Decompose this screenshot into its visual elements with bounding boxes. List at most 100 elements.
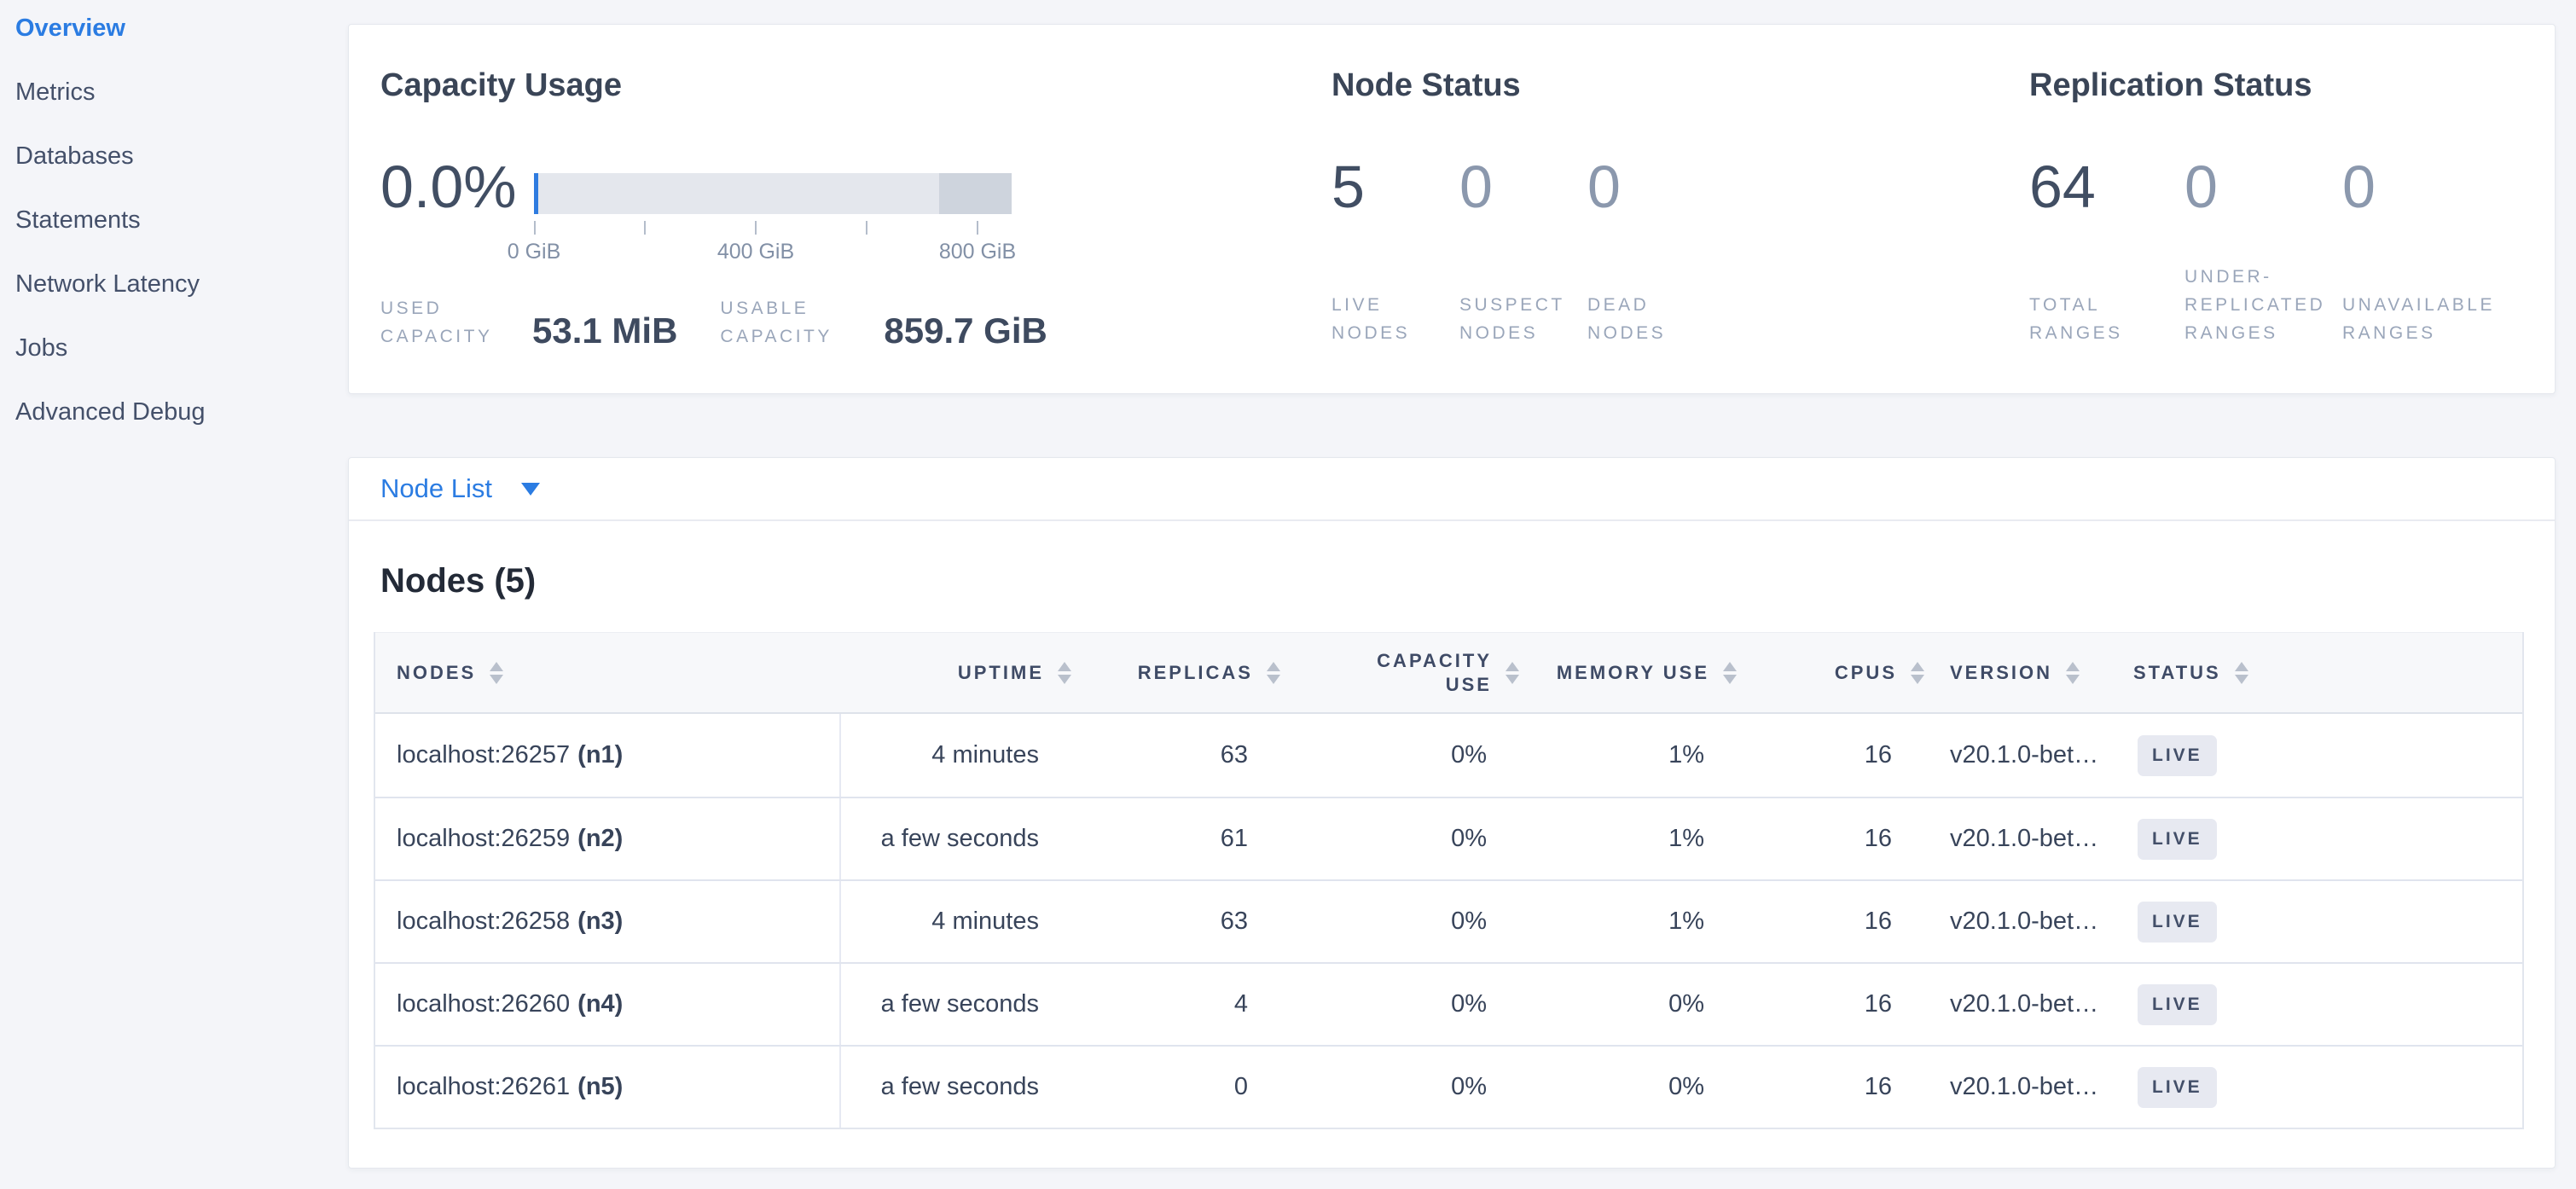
capacity-gauge-used-bar xyxy=(534,173,538,214)
cluster-summary-card: Capacity Usage 0.0% 0 GiB 400 GiB 800 Gi… xyxy=(348,24,2556,394)
used-capacity-value: 53.1 MiB xyxy=(532,311,677,351)
memory-use-cell: 1% xyxy=(1528,881,1745,962)
version-cell: v20.1.0-bet… xyxy=(1933,714,2116,797)
table-row: localhost:26261(n5) a few seconds 0 0% 0… xyxy=(375,1045,2522,1128)
cpus-cell: 16 xyxy=(1745,714,1933,797)
node-status-labels: LIVE NODES SUSPECT NODES DEAD NODES xyxy=(1332,291,1758,347)
stat-unavailable-label: UNAVAILABLE RANGES xyxy=(2342,291,2521,347)
replicas-cell: 63 xyxy=(1080,881,1289,962)
memory-use-cell: 1% xyxy=(1528,714,1745,797)
uptime-cell: a few seconds xyxy=(841,798,1080,879)
capacity-use-cell: 0% xyxy=(1289,798,1528,879)
replication-status-values: 64 0 0 xyxy=(2029,154,2521,219)
stat-under-replicated-value: 0 xyxy=(2184,154,2342,219)
column-header-cpus[interactable]: CPUS xyxy=(1745,633,1933,712)
status-badge: LIVE xyxy=(2138,1067,2217,1108)
used-capacity-label: USED CAPACITY xyxy=(380,294,517,351)
cluster-overview-page: Overview Metrics Databases Statements Ne… xyxy=(0,0,2576,1189)
usable-capacity-label: USABLE CAPACITY xyxy=(720,294,867,351)
status-cell: LIVE xyxy=(2116,1047,2522,1128)
sidebar-item-jobs[interactable]: Jobs xyxy=(15,335,288,361)
capacity-use-cell: 0% xyxy=(1289,1047,1528,1128)
replicas-cell: 61 xyxy=(1080,798,1289,879)
table-row: localhost:26258(n3) 4 minutes 63 0% 1% 1… xyxy=(375,879,2522,962)
column-header-memory-use[interactable]: MEMORY USE xyxy=(1528,633,1745,712)
memory-use-cell: 0% xyxy=(1528,1047,1745,1128)
table-header-row: NODES UPTIME REPLICAS CAPACITY USE MEMOR… xyxy=(375,632,2522,714)
memory-use-cell: 1% xyxy=(1528,798,1745,879)
replication-status-title: Replication Status xyxy=(2029,67,2312,104)
stat-unavailable-value: 0 xyxy=(2342,154,2521,219)
node-list-dropdown-label: Node List xyxy=(380,473,492,504)
node-address-cell[interactable]: localhost:26261(n5) xyxy=(375,1047,841,1128)
table-row: localhost:26260(n4) a few seconds 4 0% 0… xyxy=(375,962,2522,1045)
sort-icon xyxy=(1267,662,1280,684)
usable-capacity-value: 859.7 GiB xyxy=(884,311,1047,351)
cpus-cell: 16 xyxy=(1745,881,1933,962)
replicas-cell: 63 xyxy=(1080,714,1289,797)
node-list-card: Node List Nodes (5) NODES UPTIME REPLICA… xyxy=(348,457,2556,1169)
node-address-cell[interactable]: localhost:26258(n3) xyxy=(375,881,841,962)
memory-use-cell: 0% xyxy=(1528,964,1745,1045)
gauge-tick-label: 400 GiB xyxy=(700,240,811,264)
cpus-cell: 16 xyxy=(1745,798,1933,879)
gauge-tick-label: 800 GiB xyxy=(922,240,1033,264)
sidebar-item-databases[interactable]: Databases xyxy=(15,143,288,169)
chevron-down-icon xyxy=(521,483,540,496)
sidebar-item-metrics[interactable]: Metrics xyxy=(15,79,288,105)
sort-icon xyxy=(2235,662,2248,684)
sort-icon xyxy=(2066,662,2080,684)
table-row: localhost:26259(n2) a few seconds 61 0% … xyxy=(375,797,2522,879)
nodes-table: NODES UPTIME REPLICAS CAPACITY USE MEMOR… xyxy=(374,632,2524,1129)
node-address-cell[interactable]: localhost:26259(n2) xyxy=(375,798,841,879)
node-status-section: Node Status 5 0 0 LIVE NODES SUSPECT NOD… xyxy=(1332,25,2014,393)
stat-live-nodes-value: 5 xyxy=(1332,154,1459,219)
capacity-use-cell: 0% xyxy=(1289,881,1528,962)
stat-live-nodes-label: LIVE NODES xyxy=(1332,291,1436,347)
node-list-dropdown[interactable]: Node List xyxy=(349,458,2555,521)
replicas-cell: 0 xyxy=(1080,1047,1289,1128)
status-badge: LIVE xyxy=(2138,902,2217,942)
capacity-usage-title: Capacity Usage xyxy=(380,67,622,104)
sort-icon xyxy=(490,662,503,684)
table-body: localhost:26257(n1) 4 minutes 63 0% 1% 1… xyxy=(375,714,2522,1128)
sort-icon xyxy=(1506,662,1519,684)
column-header-nodes[interactable]: NODES xyxy=(375,633,841,712)
stat-dead-nodes-value: 0 xyxy=(1587,154,1758,219)
gauge-tick xyxy=(644,221,646,235)
stat-suspect-nodes-value: 0 xyxy=(1459,154,1587,219)
status-cell: LIVE xyxy=(2116,964,2522,1045)
node-status-title: Node Status xyxy=(1332,67,1521,104)
column-header-status[interactable]: STATUS xyxy=(2116,633,2522,712)
status-cell: LIVE xyxy=(2116,881,2522,962)
sort-icon xyxy=(1723,662,1737,684)
capacity-usage-section: Capacity Usage 0.0% 0 GiB 400 GiB 800 Gi… xyxy=(380,25,1319,393)
sidebar-item-overview[interactable]: Overview xyxy=(15,15,288,41)
column-header-uptime[interactable]: UPTIME xyxy=(841,633,1080,712)
cpus-cell: 16 xyxy=(1745,1047,1933,1128)
column-header-capacity-use[interactable]: CAPACITY USE xyxy=(1289,633,1528,712)
node-address-cell[interactable]: localhost:26257(n1) xyxy=(375,714,841,797)
stat-dead-nodes-label: DEAD NODES xyxy=(1587,291,1707,347)
column-header-replicas[interactable]: REPLICAS xyxy=(1080,633,1289,712)
status-cell: LIVE xyxy=(2116,798,2522,879)
sidebar-item-advanced-debug[interactable]: Advanced Debug xyxy=(15,399,288,425)
sidebar-item-network-latency[interactable]: Network Latency xyxy=(15,271,288,297)
node-status-values: 5 0 0 xyxy=(1332,154,1758,219)
gauge-tick xyxy=(866,221,867,235)
status-cell: LIVE xyxy=(2116,714,2522,797)
version-cell: v20.1.0-bet… xyxy=(1933,964,2116,1045)
capacity-gauge-reserved-bar xyxy=(939,173,1012,214)
replication-status-section: Replication Status 64 0 0 TOTAL RANGES U… xyxy=(2029,25,2541,393)
capacity-used-percent: 0.0% xyxy=(380,154,517,219)
node-address-cell[interactable]: localhost:26260(n4) xyxy=(375,964,841,1045)
version-cell: v20.1.0-bet… xyxy=(1933,881,2116,962)
replication-status-labels: TOTAL RANGES UNDER-REPLICATED RANGES UNA… xyxy=(2029,263,2521,347)
stat-under-replicated-label: UNDER-REPLICATED RANGES xyxy=(2184,263,2340,347)
sort-icon xyxy=(1058,662,1071,684)
sidebar-item-statements[interactable]: Statements xyxy=(15,207,288,233)
uptime-cell: a few seconds xyxy=(841,1047,1080,1128)
capacity-gauge: 0 GiB 400 GiB 800 GiB xyxy=(534,173,1012,284)
column-header-version[interactable]: VERSION xyxy=(1933,633,2116,712)
stat-total-ranges-value: 64 xyxy=(2029,154,2184,219)
